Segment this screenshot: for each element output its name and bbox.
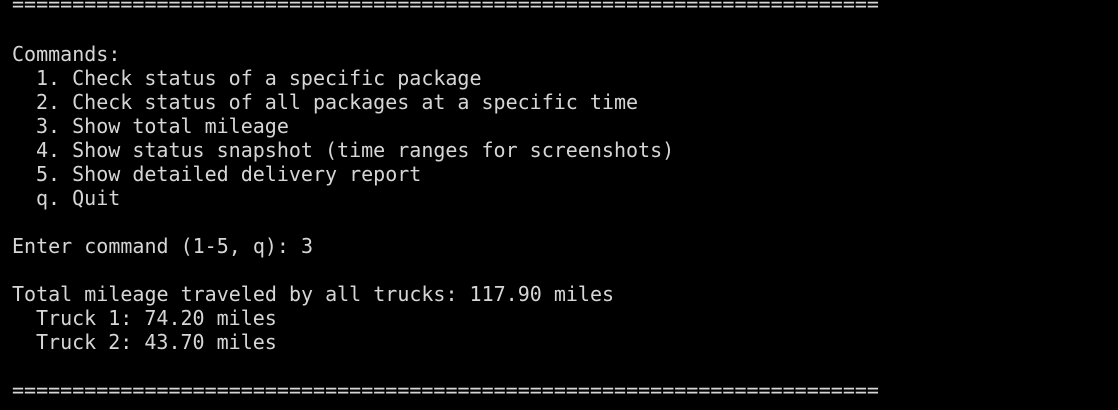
truck-1-mileage: Truck 1: 74.20 miles [36,306,277,330]
separator-top: ========================================… [12,0,879,16]
separator-bottom: ========================================… [12,378,879,402]
command-item-2: 2. Check status of all packages at a spe… [36,90,639,114]
command-item-1: 1. Check status of a specific package [36,66,482,90]
commands-header: Commands: [12,42,121,66]
terminal-output: Commands: 1. Check status of a specific … [12,42,674,354]
terminal-window[interactable]: ========================================… [0,0,1118,410]
command-prompt[interactable]: Enter command (1-5, q): 3 [12,234,674,258]
command-item-quit: q. Quit [36,186,121,210]
command-item-3: 3. Show total mileage [36,114,289,138]
command-item-4: 4. Show status snapshot (time ranges for… [36,138,675,162]
truck-2-mileage: Truck 2: 43.70 miles [36,330,277,354]
total-mileage-text: Total mileage traveled by all trucks: 11… [12,282,615,306]
command-item-5: 5. Show detailed delivery report [36,162,422,186]
